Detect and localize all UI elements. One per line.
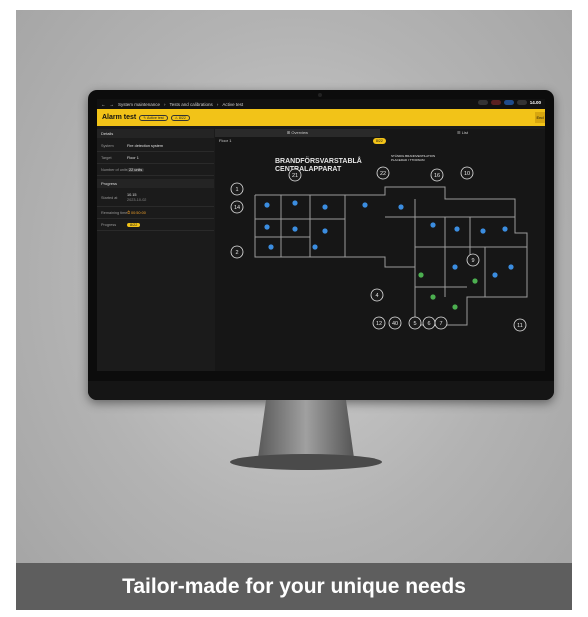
stand-base xyxy=(230,454,382,470)
hero-scene: ← → System maintenance › Tests and calib… xyxy=(16,10,572,610)
monitor-stand xyxy=(230,400,382,470)
caption-bar: Tailor-made for your unique needs xyxy=(16,563,572,610)
stand-neck xyxy=(258,400,354,458)
caption-text: Tailor-made for your unique needs xyxy=(122,574,466,598)
